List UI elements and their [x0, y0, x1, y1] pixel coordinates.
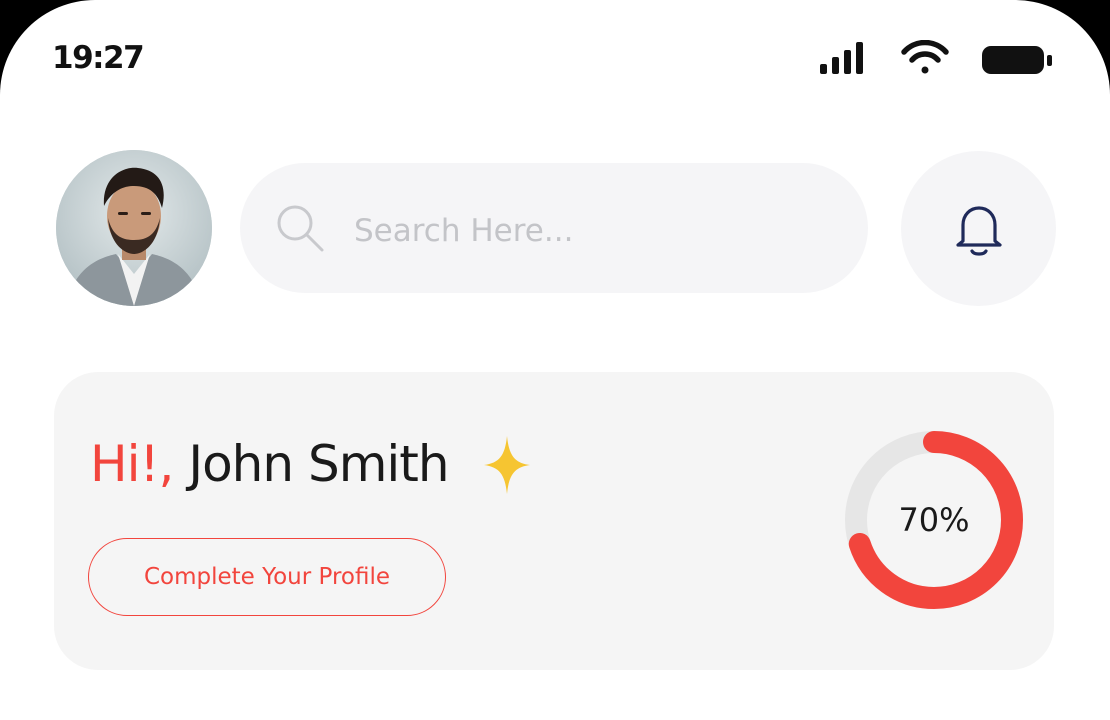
notification-button[interactable] [901, 151, 1056, 306]
wifi-icon [901, 40, 949, 74]
search-input[interactable] [354, 206, 834, 256]
search-icon [277, 205, 324, 252]
avatar-image [56, 150, 212, 306]
bell-icon [956, 206, 1002, 256]
battery-icon [982, 46, 1052, 74]
greeting-prefix: Hi!, [90, 435, 174, 493]
avatar[interactable] [56, 150, 212, 306]
greeting: Hi!, John Smith [90, 434, 450, 494]
status-icons [820, 40, 1052, 74]
complete-profile-button[interactable]: Complete Your Profile [88, 538, 446, 616]
status-time: 19:27 [52, 40, 145, 76]
sparkle-icon [484, 436, 530, 494]
app-screen: 19:27 Search Here... Hi!, John Smith Com… [0, 0, 1110, 720]
profile-progress-ring: 70% [844, 430, 1024, 610]
user-name: John Smith [188, 435, 449, 493]
profile-card: Hi!, John Smith Complete Your Profile 70… [54, 372, 1054, 670]
progress-label: 70% [898, 501, 970, 539]
cellular-signal-icon [820, 42, 863, 74]
